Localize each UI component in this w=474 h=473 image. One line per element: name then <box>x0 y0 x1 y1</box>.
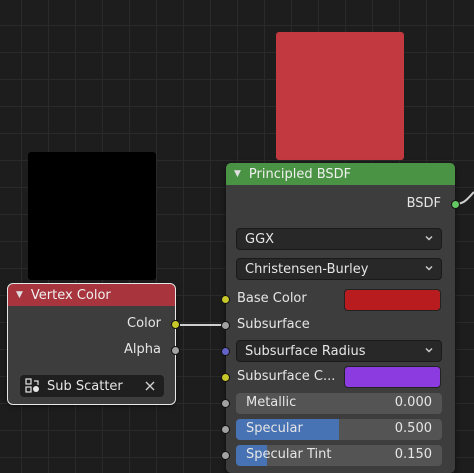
vertex-color-layer-icon <box>25 378 39 393</box>
chevron-down-icon <box>425 236 433 241</box>
bsdf-output-socket[interactable] <box>451 200 460 209</box>
vertex-color-node-title: Vertex Color <box>30 287 111 303</box>
distribution-value: GGX <box>245 231 275 247</box>
vertex-color-node[interactable]: ▼ Vertex Color Color Alpha Sub Scatter <box>7 283 180 405</box>
metallic-label: Metallic <box>246 395 297 410</box>
output-color-socket[interactable] <box>171 320 180 329</box>
clear-x-icon[interactable] <box>144 380 156 392</box>
preview-black-swatch <box>28 152 156 280</box>
bsdf-output-label: BSDF <box>406 196 441 211</box>
specular-tint-value: 0.150 <box>394 447 432 462</box>
subsurface-color-label: Subsurface C... <box>237 369 336 384</box>
vertex-color-node-header[interactable]: ▼ Vertex Color <box>8 284 175 306</box>
metallic-value: 0.000 <box>394 395 432 410</box>
base-color-socket[interactable] <box>221 295 230 304</box>
metallic-socket[interactable] <box>221 399 230 408</box>
specular-tint-label: Specular Tint <box>246 447 332 462</box>
principled-bsdf-node-header[interactable]: ▼ Principled BSDF <box>226 163 455 185</box>
chevron-down-icon <box>425 266 433 271</box>
output-alpha-socket[interactable] <box>171 346 180 355</box>
metallic-slider[interactable]: Metallic 0.000 <box>236 393 442 414</box>
subsurface-color-swatch[interactable] <box>344 366 441 388</box>
subsurface-radius-dropdown[interactable]: Subsurface Radius <box>236 340 442 362</box>
base-color-label: Base Color <box>237 291 307 306</box>
output-color-label: Color <box>127 316 161 331</box>
collapse-triangle-icon[interactable]: ▼ <box>16 290 23 300</box>
distribution-dropdown[interactable]: GGX <box>236 228 442 250</box>
specular-slider[interactable]: Specular 0.500 <box>236 419 442 440</box>
subsurface-method-dropdown[interactable]: Christensen-Burley <box>236 258 442 280</box>
base-color-swatch[interactable] <box>344 289 441 311</box>
specular-socket[interactable] <box>221 425 230 434</box>
chevron-down-icon <box>425 348 433 353</box>
subsurface-socket[interactable] <box>221 321 230 330</box>
output-alpha-label: Alpha <box>124 342 161 357</box>
subsurface-radius-label: Subsurface Radius <box>245 343 366 359</box>
specular-tint-socket[interactable] <box>221 451 230 460</box>
collapse-triangle-icon[interactable]: ▼ <box>234 169 241 179</box>
specular-label: Specular <box>246 421 303 436</box>
principled-bsdf-node[interactable]: ▼ Principled BSDF BSDF GGX Christensen-B… <box>221 163 460 473</box>
preview-red-swatch <box>276 32 404 160</box>
subsurface-label: Subsurface <box>237 317 310 332</box>
vertex-color-layer-field[interactable]: Sub Scatter <box>20 375 164 397</box>
vertex-color-layer-name: Sub Scatter <box>47 378 123 394</box>
subsurface-method-value: Christensen-Burley <box>245 261 369 277</box>
specular-tint-slider[interactable]: Specular Tint 0.150 <box>236 445 442 466</box>
principled-bsdf-node-title: Principled BSDF <box>248 166 352 182</box>
specular-value: 0.500 <box>394 421 432 436</box>
subsurface-color-socket[interactable] <box>221 373 230 382</box>
subsurface-radius-socket[interactable] <box>221 347 230 356</box>
